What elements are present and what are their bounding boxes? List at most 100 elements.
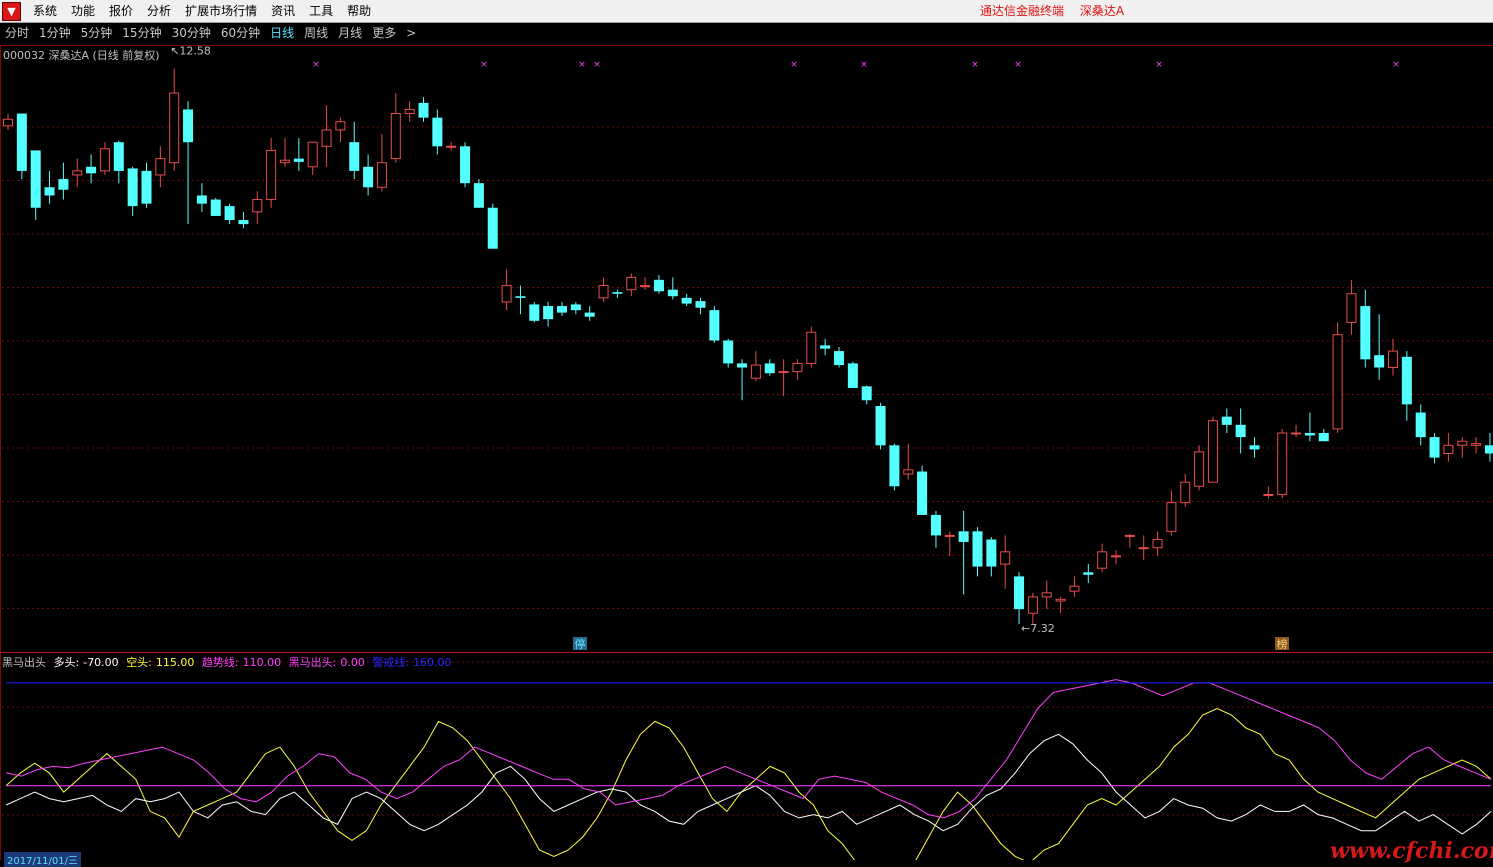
- candle-body: [307, 141, 318, 168]
- candle-body: [1014, 576, 1025, 610]
- candle-body: [723, 340, 734, 364]
- candle-body: [1124, 534, 1135, 537]
- candle-body: [1027, 596, 1038, 614]
- candle-body: [986, 539, 997, 567]
- candle-body: [889, 445, 900, 487]
- candle-body: [557, 306, 567, 313]
- event-marker-icon: ×: [312, 60, 320, 70]
- candle-body: [141, 170, 152, 204]
- candle-body: [1000, 551, 1011, 565]
- candle-body: [1166, 502, 1177, 532]
- kongtou-value: 115.00: [155, 656, 195, 669]
- candle-body: [363, 166, 374, 188]
- candle-body: [210, 199, 221, 216]
- heima-value: 0.00: [340, 656, 365, 669]
- heima-label: 黑马出头:: [288, 656, 337, 669]
- panel-divider: [0, 652, 1493, 653]
- jingjie-label: 警戒线:: [372, 656, 410, 669]
- candle-body: [653, 279, 664, 292]
- candle-body: [501, 285, 512, 303]
- candle-body: [1401, 356, 1412, 405]
- candle-body: [1484, 445, 1493, 454]
- event-tag-label: 榜: [1277, 637, 1288, 651]
- candle-body: [834, 351, 844, 366]
- candle-body: [681, 297, 692, 304]
- candle-body: [1207, 420, 1218, 483]
- candle-body: [529, 304, 540, 321]
- candle-body: [446, 145, 457, 148]
- candle-body: [917, 471, 928, 515]
- event-marker-icon: ×: [480, 60, 488, 70]
- candle-body: [321, 129, 332, 147]
- candle-body: [972, 531, 983, 567]
- candle-body: [640, 285, 651, 288]
- candle-body: [515, 296, 526, 298]
- candle-body: [1055, 598, 1066, 602]
- candle-body: [750, 364, 761, 379]
- candle-body: [1152, 539, 1163, 549]
- event-marker-icon: ×: [971, 60, 979, 70]
- indicator-name: 黑马出头: [2, 656, 46, 669]
- candle-body: [543, 306, 554, 320]
- event-marker-icon: ×: [860, 60, 868, 70]
- kongtou-label: 空头:: [126, 656, 152, 669]
- candle-body: [1180, 481, 1191, 504]
- candle-body: [820, 345, 831, 349]
- candle-body: [266, 149, 277, 201]
- candle-body: [792, 362, 803, 373]
- candle-body: [169, 92, 180, 164]
- candle-body: [1360, 306, 1371, 360]
- candle-body: [99, 148, 110, 172]
- candle-body: [695, 301, 706, 308]
- candle-body: [224, 206, 235, 221]
- candle-body: [1388, 350, 1398, 368]
- candle-body: [418, 102, 429, 118]
- candle-body: [1235, 424, 1246, 438]
- candle-body: [44, 187, 55, 196]
- candle-body: [127, 168, 138, 207]
- qushi-value: 110.00: [242, 656, 282, 669]
- candle-body: [778, 371, 789, 374]
- low-price-label: ←7.32: [1021, 622, 1055, 635]
- candle-body: [709, 310, 720, 341]
- candle-body: [460, 146, 471, 184]
- event-marker-icon: ×: [1014, 60, 1022, 70]
- candle-body: [183, 109, 194, 143]
- candle-body: [1415, 412, 1426, 438]
- candle-body: [1263, 493, 1274, 496]
- candle-body: [1457, 440, 1468, 446]
- candle-body: [1346, 293, 1357, 323]
- candle-body: [1374, 355, 1385, 368]
- qushi-line: [5, 679, 1492, 819]
- candle-body: [58, 179, 69, 190]
- event-marker-icon: ×: [1155, 60, 1163, 70]
- event-marker-icon: ×: [578, 60, 586, 70]
- candle-body: [1291, 432, 1302, 435]
- candle-body: [930, 514, 941, 536]
- candle-body: [806, 331, 817, 364]
- candle-body: [293, 158, 304, 162]
- candle-body: [1318, 433, 1329, 442]
- candle-body: [390, 113, 401, 160]
- candle-body: [432, 117, 443, 147]
- candle-body: [1138, 547, 1149, 550]
- duotou-value: -70.00: [83, 656, 119, 669]
- candle-body: [764, 363, 775, 374]
- candle-body: [238, 220, 249, 225]
- candle-body: [584, 312, 595, 317]
- candle-body: [349, 142, 360, 171]
- jingjie-value: 160.00: [413, 656, 452, 669]
- candle-body: [376, 162, 387, 188]
- candle-body: [473, 183, 484, 208]
- kongtou-line: [5, 708, 1492, 860]
- candle-body: [903, 469, 914, 475]
- candle-body: [737, 363, 748, 368]
- candle-body: [1111, 555, 1121, 558]
- duotou-line: [5, 733, 1492, 835]
- candle-body: [404, 108, 415, 115]
- candle-body: [1221, 416, 1232, 425]
- candle-body: [30, 150, 41, 208]
- kline-chart[interactable]: × × × × × × × × × × ↖12.58 ←7.32 停 榜: [0, 0, 1493, 860]
- candle-body: [1471, 443, 1482, 446]
- candle-body: [1304, 433, 1315, 436]
